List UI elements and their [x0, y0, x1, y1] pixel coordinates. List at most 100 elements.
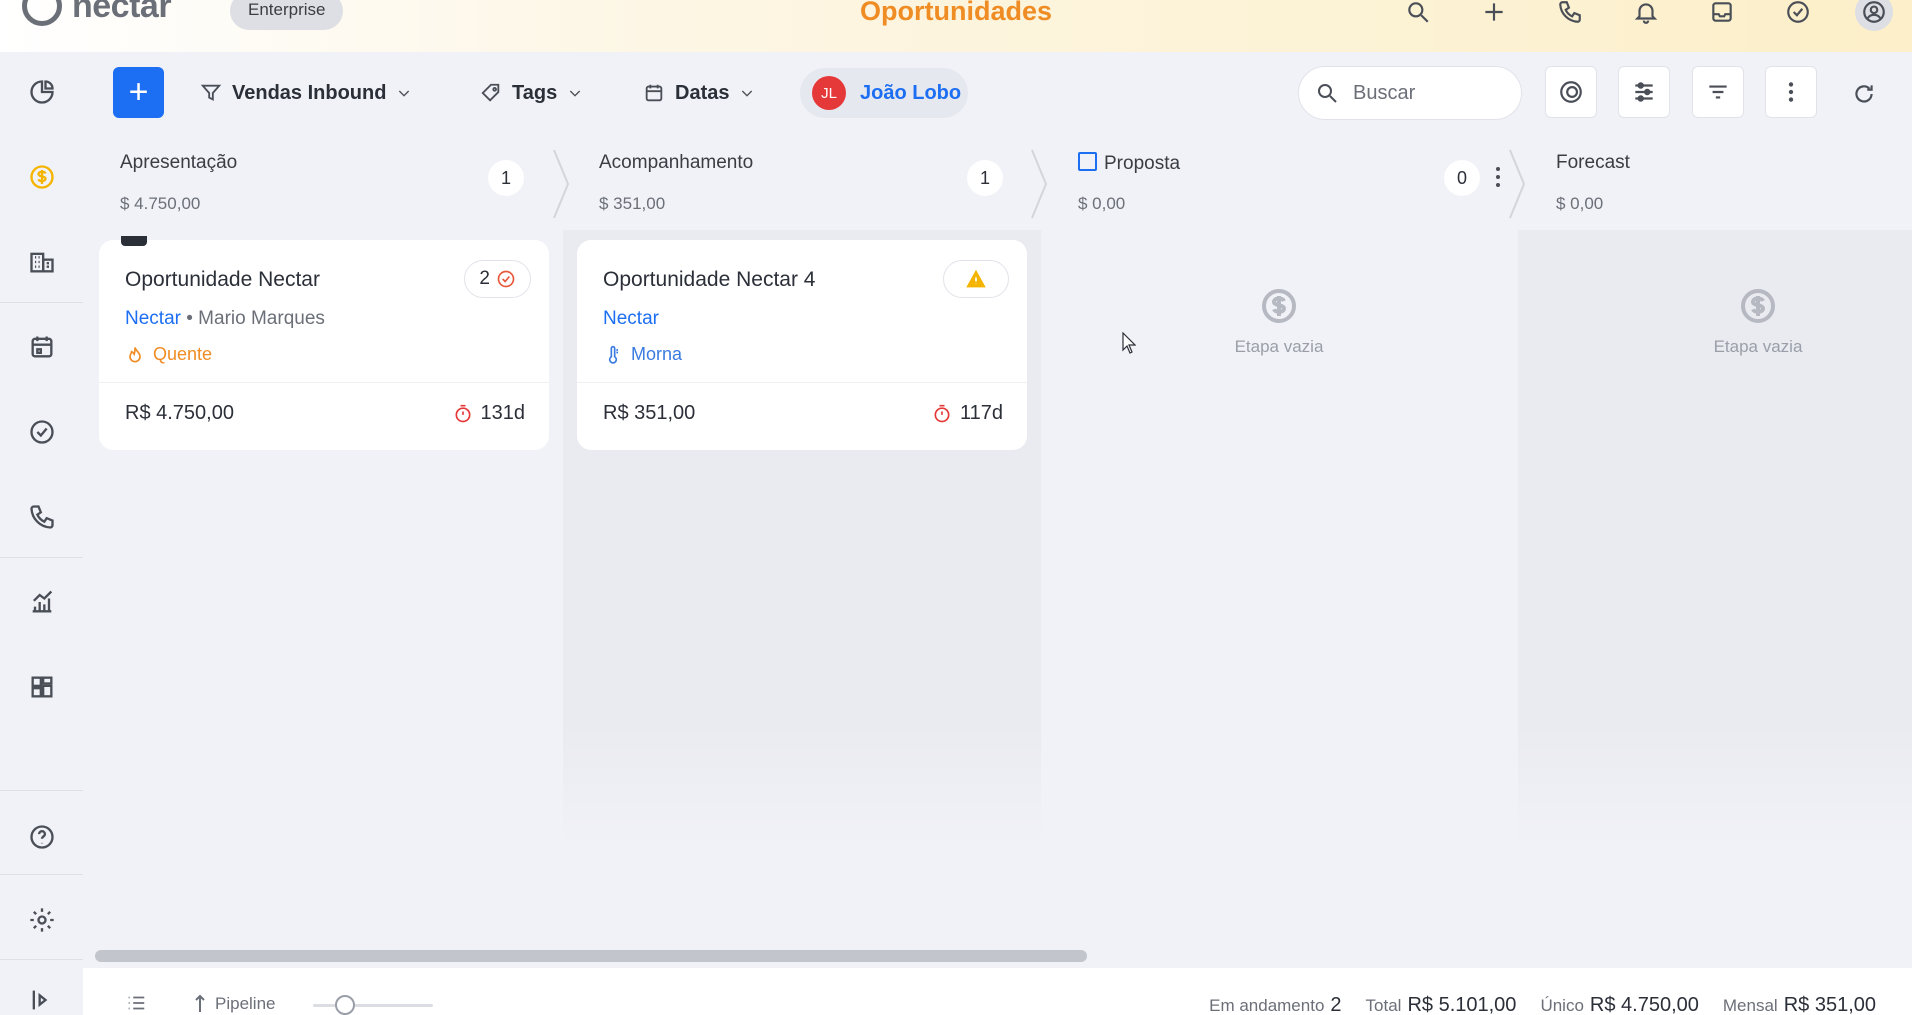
stat-monthly: Mensal R$ 351,00	[1722, 994, 1876, 1015]
column-count-badge: 1	[488, 160, 524, 196]
inbox-icon[interactable]	[1684, 0, 1760, 30]
sort-button[interactable]	[1692, 66, 1744, 118]
vertical-arrows-icon	[195, 994, 205, 1012]
sidebar-divider	[0, 557, 83, 558]
card-title[interactable]: Oportunidade Nectar 4	[603, 268, 815, 292]
stage-separator	[1030, 148, 1050, 220]
analytics-icon[interactable]	[0, 572, 83, 632]
check-circle-icon[interactable]	[1760, 0, 1836, 30]
fire-icon	[129, 346, 141, 362]
user-filter-chip[interactable]: JL João Lobo	[800, 68, 968, 118]
temperature-tag: Quente	[125, 344, 212, 365]
tasks-badge[interactable]: 2	[464, 260, 531, 298]
refresh-button[interactable]	[1842, 72, 1886, 116]
dashboard-icon[interactable]	[0, 657, 83, 717]
empty-stage-label: Etapa vazia	[1234, 337, 1324, 356]
opportunity-card[interactable]: Oportunidade Nectar 2 Nectar • Mario Mar…	[99, 236, 549, 450]
check-circle-icon	[497, 270, 515, 288]
column-name: Proposta	[1104, 153, 1181, 174]
card-age: 131d	[453, 402, 526, 425]
column-total: $ 0,00	[1556, 194, 1604, 213]
card-title[interactable]: Oportunidade Nectar	[125, 268, 320, 292]
user-name: João Lobo	[860, 81, 962, 104]
calendar-icon	[645, 84, 663, 102]
sliders-icon	[1635, 82, 1653, 102]
age-label: 131d	[480, 402, 526, 424]
help-icon[interactable]	[0, 807, 83, 867]
search-box[interactable]	[1298, 66, 1522, 120]
horizontal-scrollbar[interactable]	[95, 950, 1087, 962]
phone-icon[interactable]	[1532, 0, 1608, 30]
settings-sliders-button[interactable]	[1618, 66, 1670, 118]
empty-stage: Etapa vazia	[1179, 286, 1379, 357]
opportunity-card[interactable]: Oportunidade Nectar 4 Nectar Morna R$ 35…	[577, 240, 1027, 450]
column-header-forecast[interactable]: Forecast $ 0,00	[1556, 140, 1896, 230]
sort-icon	[1709, 85, 1727, 99]
company-link[interactable]: Nectar	[125, 308, 181, 329]
view-toggle-button[interactable]	[1545, 66, 1597, 118]
dates-dropdown[interactable]: Datas	[643, 72, 755, 114]
add-opportunity-button[interactable]: +	[113, 67, 164, 118]
donut-icon	[1560, 81, 1582, 103]
check-circle-icon[interactable]	[0, 402, 83, 462]
expand-icon[interactable]	[0, 970, 83, 1015]
footer-stats: Em andamento 2 Total R$ 5.101,00 Único R$ 4…	[1209, 994, 1876, 1015]
stage-separator	[1508, 148, 1528, 220]
search-icon[interactable]	[1380, 0, 1456, 30]
bell-icon[interactable]	[1608, 0, 1684, 30]
column-total: $ 4.750,00	[120, 194, 201, 213]
more-vertical-icon	[1788, 82, 1794, 102]
temperature-label: Morna	[631, 344, 683, 364]
settings-icon[interactable]	[0, 890, 83, 950]
card-value: R$ 4.750,00	[125, 402, 234, 424]
plus-icon[interactable]	[1456, 0, 1532, 30]
column-count-badge: 1	[967, 160, 1003, 196]
phone-icon[interactable]	[0, 487, 83, 547]
filter-icon	[200, 84, 222, 101]
stat-unique: Único R$ 4.750,00	[1540, 994, 1699, 1015]
list-view-icon[interactable]	[125, 992, 147, 1014]
alert-badge[interactable]	[943, 260, 1009, 298]
column-name: Apresentação	[120, 152, 238, 173]
sidebar-divider	[0, 959, 83, 960]
column-select-checkbox[interactable]	[1078, 152, 1097, 171]
account-icon[interactable]	[1836, 0, 1912, 31]
chevron-down-icon	[570, 90, 581, 97]
empty-stage: Etapa vazia	[1658, 286, 1858, 357]
column-header-proposta[interactable]: Proposta $ 0,00 0	[1078, 140, 1500, 230]
timer-icon	[455, 404, 470, 422]
thermometer-icon	[608, 345, 618, 364]
sidebar-divider	[0, 302, 83, 303]
refresh-icon	[1855, 85, 1873, 103]
zoom-slider-knob[interactable]	[335, 995, 355, 1015]
column-header-acompanhamento[interactable]: Acompanhamento $ 351,00 1	[599, 140, 1019, 230]
column-name: Acompanhamento	[599, 152, 754, 173]
tasks-count: 2	[479, 268, 490, 289]
dollar-icon	[1741, 289, 1775, 323]
pipeline-view-label: Pipeline	[215, 994, 276, 1013]
contact-name[interactable]: • Mario Marques	[186, 308, 325, 329]
pipeline-view-toggle[interactable]: Pipeline	[193, 994, 276, 1014]
column-total: $ 351,00	[599, 194, 666, 213]
top-bar: nectar Enterprise Oportunidades	[0, 0, 1912, 52]
empty-stage-label: Etapa vazia	[1713, 337, 1803, 356]
warning-icon	[966, 269, 986, 288]
calendar-icon[interactable]	[0, 317, 83, 377]
column-name-row: Proposta	[1078, 152, 1180, 175]
chevron-down-icon	[399, 90, 410, 97]
age-label: 117d	[959, 402, 1003, 424]
company-link[interactable]: Nectar	[603, 308, 659, 329]
building-icon[interactable]	[0, 232, 83, 292]
search-input[interactable]	[1353, 81, 1513, 105]
column-menu-icon[interactable]	[1490, 160, 1506, 194]
pie-chart-icon[interactable]	[0, 62, 83, 122]
zoom-slider[interactable]	[313, 995, 433, 1015]
stat-total: Total R$ 5.101,00	[1365, 994, 1517, 1015]
tag-icon	[481, 83, 500, 102]
pipeline-filter-dropdown[interactable]: Vendas Inbound	[200, 72, 412, 114]
more-options-button[interactable]	[1765, 66, 1817, 118]
dollar-icon[interactable]	[0, 147, 83, 207]
column-header-apresentacao[interactable]: Apresentação $ 4.750,00 1	[120, 140, 540, 230]
tags-dropdown[interactable]: Tags	[480, 72, 583, 114]
dates-label: Datas	[675, 81, 730, 104]
